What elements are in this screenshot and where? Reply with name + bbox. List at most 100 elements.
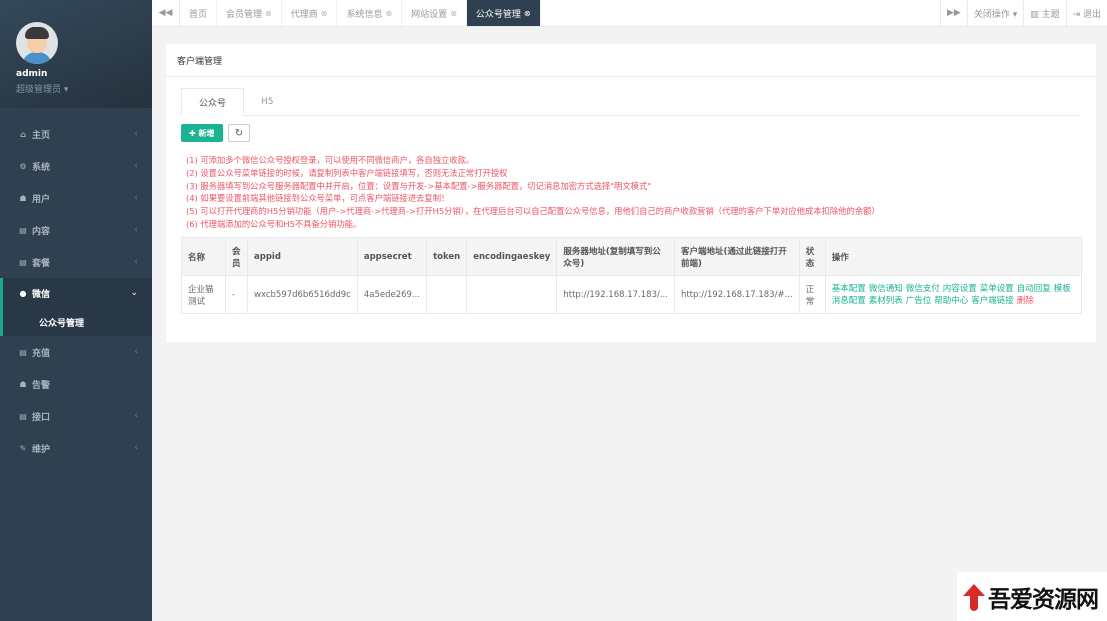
logout-button[interactable]: ⇥ 退出: [1065, 0, 1107, 26]
cell-server-url: http://192.168.17.183/...: [556, 275, 675, 314]
table-row: 企业猫测试 - wxcb597d6b6516dd9c 4a5ede269... …: [181, 275, 1083, 314]
tab-site-settings[interactable]: 网站设置 ⊗: [402, 0, 467, 26]
col-header-encodingaeskey[interactable]: encodingaeskey: [466, 237, 558, 276]
tab-home[interactable]: 首页: [180, 0, 218, 26]
sidebar-item-package[interactable]: ▤ 套餐 ‹: [0, 246, 152, 278]
note-line: (2) 设置公众号菜单链接的时候，请复制列表中客户端链接填写，否则无法正常打开授…: [186, 167, 508, 178]
sidebar-item-wechat[interactable]: ● 微信 ⌄: [0, 278, 152, 308]
top-tab-bar: ◀◀ 首页 会员管理 ⊗ 代理商 ⊗ 系统信息 ⊗ 网站设置 ⊗ 公众号管理 ⊗ ▶▶ 关…: [152, 0, 1107, 27]
chevron-left-icon: ‹: [134, 225, 138, 235]
tabs-scroll-right-icon[interactable]: ▶▶: [939, 0, 967, 26]
auto-reply-link[interactable]: 自动回复: [1017, 284, 1051, 294]
col-header-actions: 操作: [824, 237, 1083, 276]
col-header-appid[interactable]: appid: [247, 237, 358, 276]
tab-system-info[interactable]: 系统信息 ⊗: [337, 0, 403, 26]
note-line: (3) 服务器填写到公众号服务器配置中并开启，位置：设置与开发->基本配置->服…: [186, 180, 652, 191]
content-settings-link[interactable]: 内容设置: [943, 284, 977, 294]
help-center-link[interactable]: 帮助中心: [934, 296, 968, 306]
wechat-notify-link[interactable]: 微信通知: [869, 284, 903, 294]
col-header-member[interactable]: 会员: [225, 237, 248, 276]
avatar[interactable]: [16, 22, 58, 64]
chevron-left-icon: ‹: [134, 161, 138, 171]
refresh-button[interactable]: ↻: [228, 124, 250, 142]
wechat-pay-link[interactable]: 微信支付: [906, 284, 940, 294]
tab-h5-client[interactable]: H5: [244, 88, 291, 116]
col-header-name[interactable]: 名称: [181, 237, 226, 276]
client-type-tabs: 公众号 H5: [181, 88, 291, 116]
col-header-server-url[interactable]: 服务器地址(复制填写到公众号): [556, 237, 675, 276]
sidebar-item-api[interactable]: ▤ 接口 ‹: [0, 400, 152, 432]
page-title: 客户端管理: [166, 44, 1096, 77]
wrench-icon: ✎: [19, 443, 27, 453]
col-header-appsecret[interactable]: appsecret: [356, 237, 428, 276]
close-icon[interactable]: ⊗: [321, 9, 328, 18]
close-icon[interactable]: ⊗: [524, 9, 531, 18]
basic-config-link[interactable]: 基本配置: [832, 284, 866, 294]
file-text-icon: ▤: [19, 347, 27, 357]
col-header-status[interactable]: 状态: [798, 237, 826, 276]
chevron-left-icon: ‹: [134, 347, 138, 357]
add-button[interactable]: ✚ 新增: [181, 124, 223, 142]
tab-official-account[interactable]: 公众号管理 ⊗: [466, 0, 541, 26]
col-header-client-url[interactable]: 客户端地址(通过此链接打开前端): [673, 237, 800, 276]
table-header-row: 名称 会员 appid appsecret token encodingaesk…: [181, 237, 1083, 276]
cell-status: 正常: [798, 275, 826, 314]
sidebar-item-system[interactable]: ⚙ 系统 ‹: [0, 150, 152, 182]
users-icon: ☗: [19, 193, 27, 203]
sidebar-item-users[interactable]: ☗ 用户 ‹: [0, 182, 152, 214]
chevron-left-icon: ‹: [134, 193, 138, 203]
tabs-scroll-left-icon[interactable]: ◀◀: [152, 0, 180, 26]
chevron-left-icon: ‹: [134, 443, 138, 453]
note-line: (1) 可添加多个微信公众号授权登录，可以使用不同微信商户，各自独立收款。: [186, 155, 475, 165]
watermark-text: 吾爱资源网: [988, 585, 1099, 613]
chevron-left-icon: ‹: [134, 129, 138, 139]
sidebar-nav: ⌂ 主页 ‹ ⚙ 系统 ‹ ☗ 用户 ‹ ▤ 内容 ‹ ▤ 套餐 ‹ ● 微信 ⌄ 公众号管理 ▤ 充值 ‹…: [0, 118, 152, 464]
profile-block: admin 超级管理员 ▾: [0, 0, 152, 108]
top-actions: ▶▶ 关闭操作 ▾ ▥ 主题 ⇥ 退出: [939, 0, 1107, 26]
tab-official-account-client[interactable]: 公众号: [181, 88, 245, 116]
home-icon: ⌂: [20, 129, 26, 139]
gears-icon: ⚙: [19, 161, 27, 171]
sidebar-item-maintenance[interactable]: ✎ 维护 ‹: [0, 432, 152, 464]
page-tabs: 首页 会员管理 ⊗ 代理商 ⊗ 系统信息 ⊗ 网站设置 ⊗ 公众号管理 ⊗: [180, 0, 940, 26]
tab-member-management[interactable]: 会员管理 ⊗: [217, 0, 282, 26]
menu-settings-link[interactable]: 菜单设置: [980, 284, 1014, 294]
material-list-link[interactable]: 素材列表: [869, 296, 903, 306]
cell-appsecret: 4a5ede269...: [356, 275, 428, 314]
tab-agents[interactable]: 代理商 ⊗: [282, 0, 338, 26]
close-icon[interactable]: ⊗: [450, 9, 457, 18]
users-icon: ☗: [19, 379, 27, 389]
sidebar-item-home[interactable]: ⌂ 主页 ‹: [0, 118, 152, 150]
sidebar-subitem-official-account[interactable]: 公众号管理: [0, 308, 152, 336]
instructions-notes: (1) 可添加多个微信公众号授权登录，可以使用不同微信商户，各自独立收款。 (2…: [186, 154, 880, 231]
note-line: (4) 如果要设置前端其他链接到公众号菜单，可点客户端链接进去复制！: [186, 193, 450, 204]
user-role-dropdown[interactable]: 超级管理员 ▾: [16, 82, 152, 95]
refresh-icon: ↻: [234, 127, 244, 139]
cell-member: -: [225, 275, 248, 314]
sidebar-item-content[interactable]: ▤ 内容 ‹: [0, 214, 152, 246]
client-management-panel: 客户端管理 公众号 H5 ✚ 新增 ↻ (1) 可添加多个微信公众号授权登录，可…: [166, 44, 1096, 342]
cell-appid: wxcb597d6b6516dd9c: [247, 275, 358, 314]
note-line: (5) 可以打开代理商的H5分销功能（用户->代理商->代理商->打开H5分销）…: [186, 206, 880, 217]
cell-actions: 基本配置 微信通知 微信支付 内容设置 菜单设置 自动回复 模板消息配置 素材列表 广告位 帮助中…: [824, 275, 1083, 314]
tab-divider: [181, 115, 1081, 116]
chevron-left-icon: ‹: [134, 257, 138, 267]
close-icon[interactable]: ⊗: [265, 9, 272, 18]
col-header-token[interactable]: token: [426, 237, 468, 276]
client-link-link[interactable]: 客户端链接: [971, 296, 1014, 306]
note-line: (6) 代理端添加的公众号和H5不具备分销功能。: [186, 218, 362, 229]
delete-link[interactable]: 删除: [1017, 296, 1034, 306]
sidebar-item-recharge[interactable]: ▤ 充值 ‹: [0, 336, 152, 368]
chevron-down-icon: ⌄: [130, 288, 138, 298]
file-text-icon: ▤: [19, 257, 27, 267]
theme-button[interactable]: ▥ 主题: [1023, 0, 1065, 26]
watermark: 吾爱资源网: [957, 572, 1107, 621]
file-icon: ▤: [19, 225, 27, 235]
ad-slot-link[interactable]: 广告位: [906, 296, 932, 306]
user-name: admin: [16, 69, 48, 79]
cell-token: [426, 275, 468, 314]
close-operations-dropdown[interactable]: 关闭操作 ▾: [966, 0, 1023, 26]
close-icon[interactable]: ⊗: [385, 9, 392, 18]
cell-name: 企业猫测试: [181, 275, 226, 314]
sidebar-item-alert[interactable]: ☗ 告警: [0, 368, 152, 400]
